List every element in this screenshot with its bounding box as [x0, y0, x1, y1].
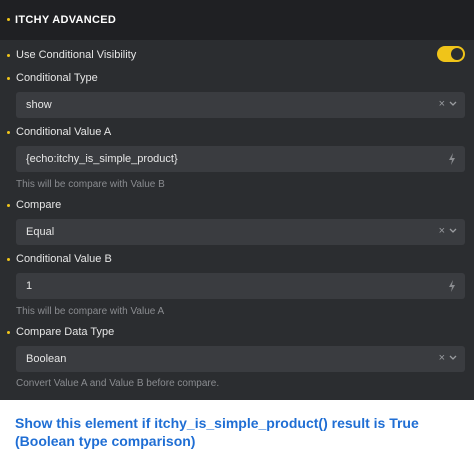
conditional-value-a-help: This will be compare with Value B [16, 179, 165, 190]
compare-label: Compare [16, 199, 62, 211]
caption-text: Show this element if itchy_is_simple_pro… [15, 415, 419, 449]
conditional-value-a-label: Conditional Value A [16, 126, 112, 138]
compare-data-type-select[interactable]: Boolean × [16, 346, 465, 372]
use-conditional-visibility-label: Use Conditional Visibility [16, 49, 137, 61]
compare-value: Equal [26, 226, 55, 238]
settings-panel: ITCHY ADVANCED Use Conditional Visibilit… [0, 0, 474, 400]
conditional-value-a-input[interactable]: {echo:itchy_is_simple_product} [16, 146, 465, 172]
compare-data-type-help: Convert Value A and Value B before compa… [16, 378, 220, 389]
header-bullet [7, 18, 10, 21]
clear-icon[interactable]: × [439, 98, 445, 110]
compare-data-type-label: Compare Data Type [16, 326, 115, 338]
row-bullet [7, 54, 10, 57]
chevron-down-icon[interactable] [448, 97, 458, 111]
bolt-icon[interactable] [447, 152, 457, 166]
conditional-value-b-label: Conditional Value B [16, 253, 112, 265]
conditional-value-b-help: This will be compare with Value A [16, 306, 165, 317]
compare-data-type-value: Boolean [26, 353, 67, 365]
section-header[interactable]: ITCHY ADVANCED [0, 0, 474, 40]
section-title: ITCHY ADVANCED [15, 14, 117, 26]
row-bullet [7, 204, 10, 207]
conditional-value-b-input[interactable]: 1 [16, 273, 465, 299]
conditional-value-a-value: {echo:itchy_is_simple_product} [26, 153, 178, 165]
conditional-type-label: Conditional Type [16, 72, 98, 84]
row-bullet [7, 258, 10, 261]
bolt-icon[interactable] [447, 279, 457, 293]
chevron-down-icon[interactable] [448, 224, 458, 238]
clear-icon[interactable]: × [439, 352, 445, 364]
conditional-type-select[interactable]: show × [16, 92, 465, 118]
clear-icon[interactable]: × [439, 225, 445, 237]
chevron-down-icon[interactable] [448, 351, 458, 365]
row-bullet [7, 77, 10, 80]
conditional-value-b-value: 1 [26, 280, 33, 292]
conditional-type-value: show [26, 99, 52, 111]
use-conditional-visibility-toggle[interactable] [437, 46, 465, 62]
row-bullet [7, 331, 10, 334]
row-bullet [7, 131, 10, 134]
toggle-knob [451, 48, 463, 60]
compare-select[interactable]: Equal × [16, 219, 465, 245]
